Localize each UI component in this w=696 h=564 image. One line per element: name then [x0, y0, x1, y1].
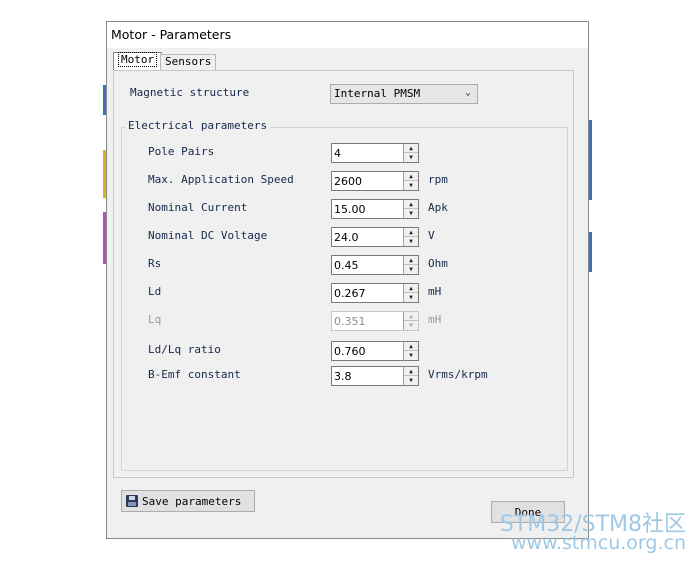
motor-tab-panel: Magnetic structure Internal PMSM ⌄ Elect… — [113, 70, 574, 478]
pole-pairs-value: 4 — [334, 147, 341, 160]
spin-up-icon: ▲ — [404, 312, 418, 321]
spin-up-icon[interactable]: ▲ — [404, 144, 418, 153]
background-strip-blue-3 — [589, 232, 592, 272]
spin-down-icon[interactable]: ▼ — [404, 153, 418, 162]
spin-down-icon[interactable]: ▼ — [404, 293, 418, 302]
bemf-constant-value: 3.8 — [334, 370, 352, 383]
lq-unit: mH — [428, 313, 442, 326]
ld-label: Ld — [148, 285, 162, 298]
nominal-current-unit: Apk — [428, 201, 448, 214]
spin-down-icon: ▼ — [404, 321, 418, 330]
tab-motor-label: Motor — [118, 52, 158, 67]
lq-label: Lq — [148, 313, 162, 326]
nominal-dc-voltage-unit: V — [428, 229, 435, 242]
rs-value: 0.45 — [334, 259, 359, 272]
rs-unit: Ohm — [428, 257, 448, 270]
magnetic-structure-value: Internal PMSM — [334, 87, 421, 100]
spin-up-icon[interactable]: ▲ — [404, 256, 418, 265]
max-speed-value: 2600 — [334, 175, 362, 188]
max-speed-label: Max. Application Speed — [148, 173, 294, 186]
dialog-titlebar[interactable]: Motor - Parameters — [107, 22, 588, 48]
spin-up-icon[interactable]: ▲ — [404, 367, 418, 376]
watermark-url: www.stmcu.org.cn — [511, 532, 686, 554]
chevron-down-icon: ⌄ — [464, 87, 471, 98]
max-speed-spinbox[interactable]: 2600 ▲ ▼ — [331, 171, 419, 191]
spin-up-icon[interactable]: ▲ — [404, 172, 418, 181]
electrical-parameters-title: Electrical parameters — [125, 119, 271, 132]
nominal-current-spinbox[interactable]: 15.00 ▲ ▼ — [331, 199, 419, 219]
tab-sensors-label: Sensors — [165, 55, 212, 68]
spin-up-icon[interactable]: ▲ — [404, 342, 418, 351]
dialog-title: Motor - Parameters — [111, 27, 232, 42]
bemf-constant-unit: Vrms/krpm — [428, 368, 488, 381]
spin-down-icon[interactable]: ▼ — [404, 237, 418, 246]
background-strip-blue-2 — [589, 120, 592, 200]
spin-up-icon[interactable]: ▲ — [404, 284, 418, 293]
lq-value: 0.351 — [334, 315, 366, 328]
magnetic-structure-label: Magnetic structure — [130, 86, 250, 99]
spin-down-icon[interactable]: ▼ — [404, 181, 418, 190]
magnetic-structure-select[interactable]: Internal PMSM ⌄ — [330, 84, 478, 104]
nominal-dc-voltage-spinbox[interactable]: 24.0 ▲ ▼ — [331, 227, 419, 247]
rs-spinbox[interactable]: 0.45 ▲ ▼ — [331, 255, 419, 275]
ld-lq-ratio-spinbox[interactable]: 0.760 ▲ ▼ — [331, 341, 419, 361]
tab-motor[interactable]: Motor — [113, 52, 163, 70]
spin-down-icon[interactable]: ▼ — [404, 376, 418, 385]
ld-unit: mH — [428, 285, 442, 298]
ld-lq-ratio-label: Ld/Lq ratio — [148, 343, 221, 356]
floppy-disk-icon — [126, 495, 138, 507]
save-parameters-button[interactable]: Save parameters — [121, 490, 255, 512]
nominal-current-value: 15.00 — [334, 203, 366, 216]
pole-pairs-label: Pole Pairs — [148, 145, 215, 158]
spin-up-icon[interactable]: ▲ — [404, 200, 418, 209]
ld-spinbox[interactable]: 0.267 ▲ ▼ — [331, 283, 419, 303]
spin-down-icon[interactable]: ▼ — [404, 351, 418, 360]
bemf-constant-spinbox[interactable]: 3.8 ▲ ▼ — [331, 366, 419, 386]
save-parameters-label: Save parameters — [142, 495, 242, 508]
max-speed-unit: rpm — [428, 173, 448, 186]
nominal-current-label: Nominal Current — [148, 201, 248, 214]
spin-down-icon[interactable]: ▼ — [404, 265, 418, 274]
nominal-dc-voltage-value: 24.0 — [334, 231, 359, 244]
motor-parameters-dialog: Motor - Parameters Motor Sensors Magneti… — [106, 21, 589, 539]
bemf-constant-label: B-Emf constant — [148, 368, 241, 381]
rs-label: Rs — [148, 257, 162, 270]
nominal-dc-voltage-label: Nominal DC Voltage — [148, 229, 268, 242]
tab-sensors[interactable]: Sensors — [160, 54, 217, 70]
spin-down-icon[interactable]: ▼ — [404, 209, 418, 218]
ld-lq-ratio-value: 0.760 — [334, 345, 366, 358]
lq-spinbox: 0.351 ▲ ▼ — [331, 311, 419, 331]
pole-pairs-spinbox[interactable]: 4 ▲ ▼ — [331, 143, 419, 163]
ld-value: 0.267 — [334, 287, 366, 300]
spin-up-icon[interactable]: ▲ — [404, 228, 418, 237]
